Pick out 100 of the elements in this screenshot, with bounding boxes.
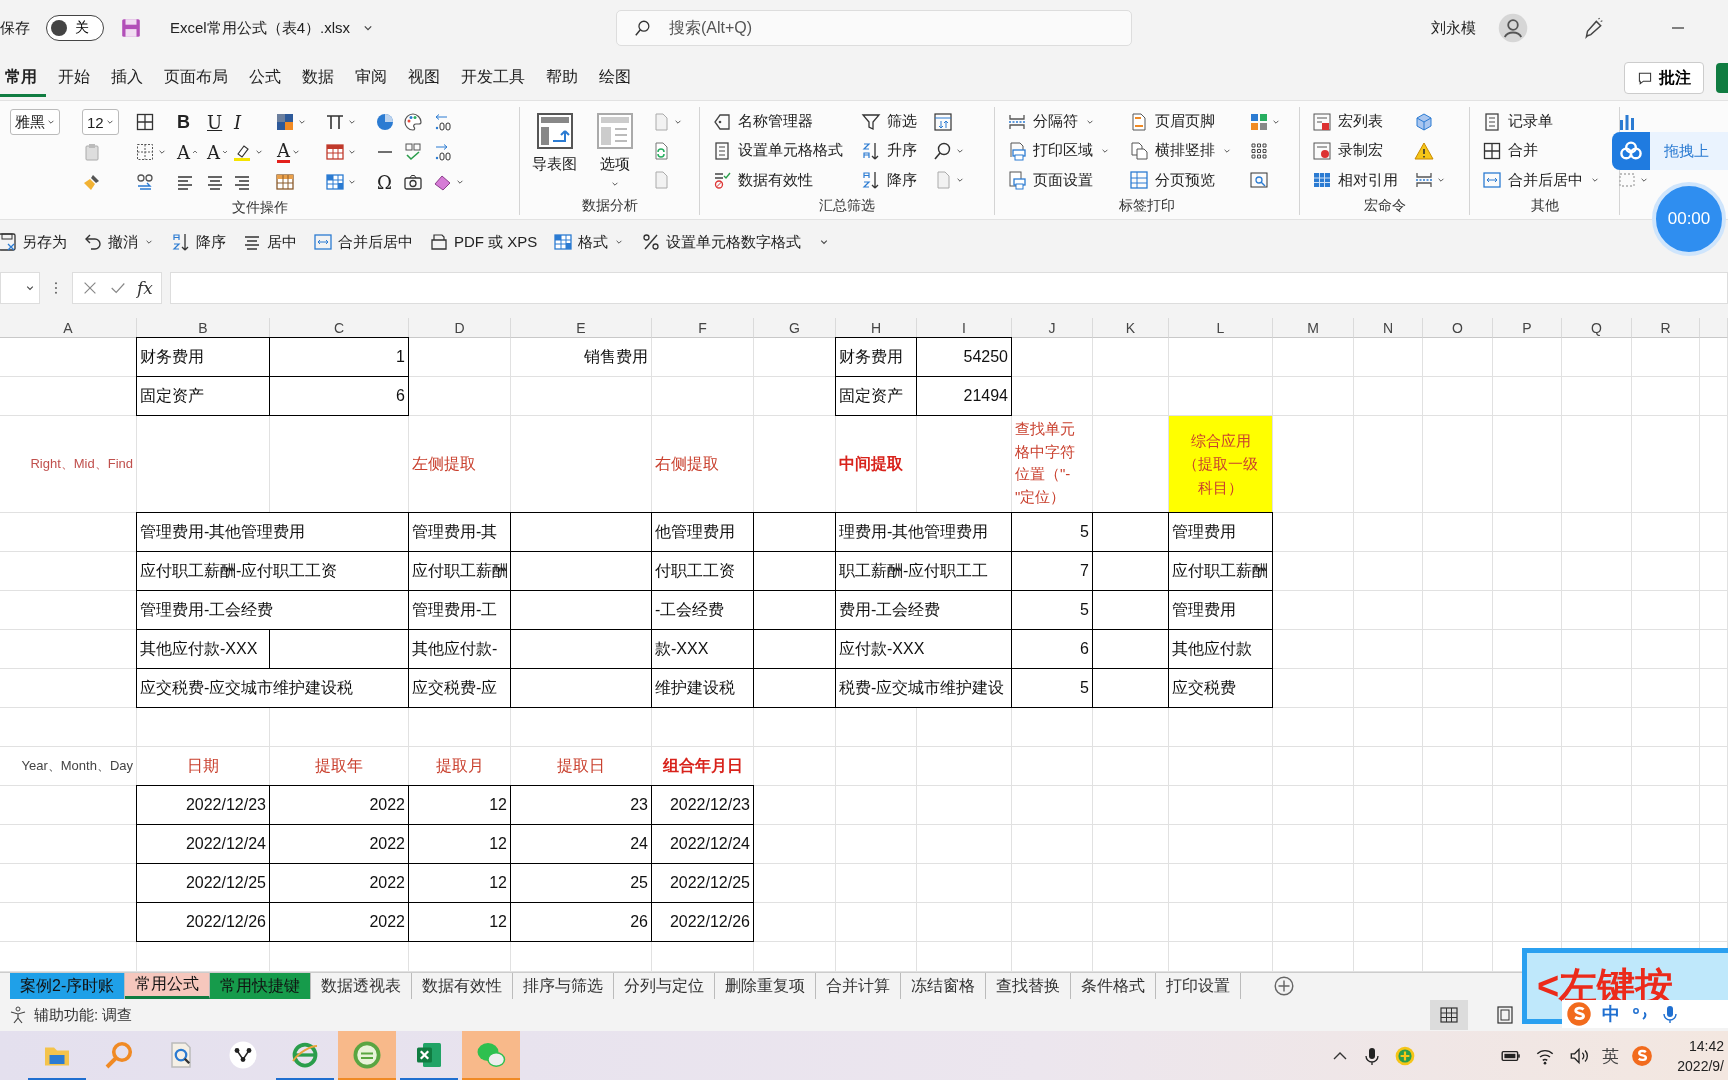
- column-header[interactable]: B: [137, 318, 270, 338]
- column-header[interactable]: A: [0, 318, 137, 338]
- ribbon-button[interactable]: 名称管理器: [710, 107, 845, 137]
- column-header[interactable]: D: [409, 318, 511, 338]
- decimal-icon[interactable]: [433, 142, 453, 162]
- toolbar-button[interactable]: PDF 或 XPS: [429, 232, 538, 252]
- ribbon-tab[interactable]: 绘图: [590, 59, 640, 97]
- view-button[interactable]: [1430, 1000, 1468, 1030]
- ribbon-button[interactable]: 页面设置: [1005, 165, 1113, 195]
- dot-grid-icon[interactable]: [1249, 141, 1269, 161]
- ribbon-button[interactable]: 设置单元格格式: [710, 136, 845, 166]
- font-size-field[interactable]: 12: [82, 109, 119, 135]
- ribbon-button[interactable]: 筛选: [859, 107, 919, 137]
- avatar-icon[interactable]: [1498, 13, 1528, 43]
- warning-icon[interactable]: [1414, 141, 1434, 161]
- ribbon-tab[interactable]: 数据: [293, 59, 343, 97]
- column-header[interactable]: H: [836, 318, 917, 338]
- brush-icon[interactable]: [82, 172, 102, 192]
- column-header[interactable]: J: [1012, 318, 1093, 338]
- ribbon-button[interactable]: 页眉页脚: [1127, 107, 1235, 137]
- ribbon-button[interactable]: 宏列表: [1310, 107, 1400, 137]
- table-icon[interactable]: [275, 172, 295, 192]
- icon-button[interactable]: [325, 142, 358, 162]
- speaker-icon[interactable]: [1568, 1045, 1591, 1067]
- ribbon-button[interactable]: 分页预览: [1127, 165, 1235, 195]
- search-field[interactable]: 搜索(Alt+Q): [616, 10, 1132, 46]
- palette-icon[interactable]: [403, 112, 423, 132]
- ribbon-tab[interactable]: 插入: [102, 59, 152, 97]
- grow-font-button[interactable]: A: [175, 141, 202, 163]
- save-icon[interactable]: [120, 17, 142, 39]
- ribbon-tab[interactable]: 开发工具: [452, 59, 534, 97]
- grid-icon[interactable]: [135, 112, 155, 132]
- decimal-icon[interactable]: [433, 112, 453, 132]
- pie-chart-icon[interactable]: [375, 112, 395, 132]
- toolbar-button[interactable]: 另存为: [0, 232, 67, 252]
- icon-button[interactable]: [933, 141, 966, 161]
- page-search-icon[interactable]: [1249, 170, 1269, 191]
- accessibility-icon[interactable]: [8, 1005, 28, 1025]
- ribbon-button[interactable]: 相对引用: [1310, 165, 1400, 195]
- icon-button[interactable]: [135, 142, 168, 162]
- toolbar-button[interactable]: 居中: [242, 232, 297, 252]
- ribbon-button[interactable]: 合并后居中: [1480, 165, 1603, 195]
- insert-function-button[interactable]: fx: [137, 278, 153, 298]
- toolbar-button[interactable]: 格式: [553, 232, 626, 252]
- ime-mode[interactable]: 中: [1602, 1002, 1620, 1026]
- ribbon-tab[interactable]: 视图: [399, 59, 449, 97]
- comments-button[interactable]: 批注: [1624, 62, 1704, 94]
- toolbar-button[interactable]: 撤消: [83, 232, 155, 252]
- status-circle-icon[interactable]: [1394, 1045, 1417, 1067]
- symbol-button[interactable]: Ω: [375, 171, 394, 193]
- input-language[interactable]: 英: [1602, 1044, 1620, 1068]
- underline-button[interactable]: U: [205, 111, 225, 133]
- file-name[interactable]: Excel常用公式（表4）.xlsx: [170, 18, 351, 38]
- ribbon-button[interactable]: 横排竖排: [1127, 136, 1235, 166]
- column-header[interactable]: G: [754, 318, 836, 338]
- column-header[interactable]: N: [1354, 318, 1423, 338]
- ribbon-tab[interactable]: 页面布局: [155, 59, 237, 97]
- ribbon-tab[interactable]: 审阅: [346, 59, 396, 97]
- bold-button[interactable]: B: [175, 111, 192, 133]
- ribbon-button[interactable]: 录制宏: [1310, 136, 1400, 166]
- ribbon-button[interactable]: 分隔符: [1005, 107, 1113, 137]
- font-color-button[interactable]: A: [275, 141, 304, 163]
- autosave-toggle[interactable]: 关: [46, 15, 104, 41]
- column-header[interactable]: C: [270, 318, 409, 338]
- ribbon-tab[interactable]: 帮助: [537, 59, 587, 97]
- cube-icon[interactable]: [1414, 111, 1434, 132]
- ribbon-tab[interactable]: 开始: [49, 59, 99, 97]
- ribbon-button[interactable]: 合并: [1480, 136, 1603, 166]
- column-header[interactable]: K: [1093, 318, 1169, 338]
- sheet-tab[interactable]: 常用快捷键: [210, 973, 312, 999]
- pen-icon[interactable]: [1582, 17, 1604, 39]
- ribbon-button[interactable]: 升序: [859, 136, 919, 166]
- icon-button[interactable]: [275, 112, 308, 132]
- toolbar-button[interactable]: 降序: [171, 232, 226, 252]
- column-header[interactable]: M: [1273, 318, 1354, 338]
- column-header[interactable]: R: [1632, 318, 1700, 338]
- add-icon[interactable]: [1273, 975, 1296, 997]
- accessibility-status[interactable]: 辅助功能: 调查: [34, 1005, 133, 1025]
- ribbon-button[interactable]: 选项: [593, 107, 637, 195]
- toolbar-button[interactable]: 设置单元格数字格式: [641, 232, 802, 252]
- upload-widget[interactable]: 拖拽上: [1612, 132, 1728, 170]
- sort-icon[interactable]: [933, 111, 953, 132]
- column-header[interactable]: O: [1423, 318, 1493, 338]
- ribbon-button[interactable]: 数据有效性: [710, 165, 845, 195]
- column-header[interactable]: F: [652, 318, 754, 338]
- ribbon-tab[interactable]: 常用: [0, 59, 46, 97]
- ime-logo-icon[interactable]: [1631, 1045, 1654, 1067]
- toolbar-button[interactable]: 合并后居中: [313, 232, 413, 252]
- ribbon-button[interactable]: 打印区域: [1005, 136, 1113, 166]
- camera-icon[interactable]: [403, 172, 423, 192]
- ribbon-button[interactable]: 降序: [859, 165, 919, 195]
- column-header[interactable]: E: [511, 318, 652, 338]
- font-name-field[interactable]: 雅黑: [10, 109, 60, 135]
- shrink-font-button[interactable]: A: [205, 141, 232, 163]
- icon-button[interactable]: [325, 112, 358, 132]
- ribbon-tab[interactable]: 公式: [240, 59, 290, 97]
- clipboard-icon[interactable]: [82, 142, 102, 162]
- formula-input[interactable]: [169, 272, 1728, 304]
- check-icon[interactable]: [403, 142, 423, 162]
- swap-icon[interactable]: [135, 172, 155, 192]
